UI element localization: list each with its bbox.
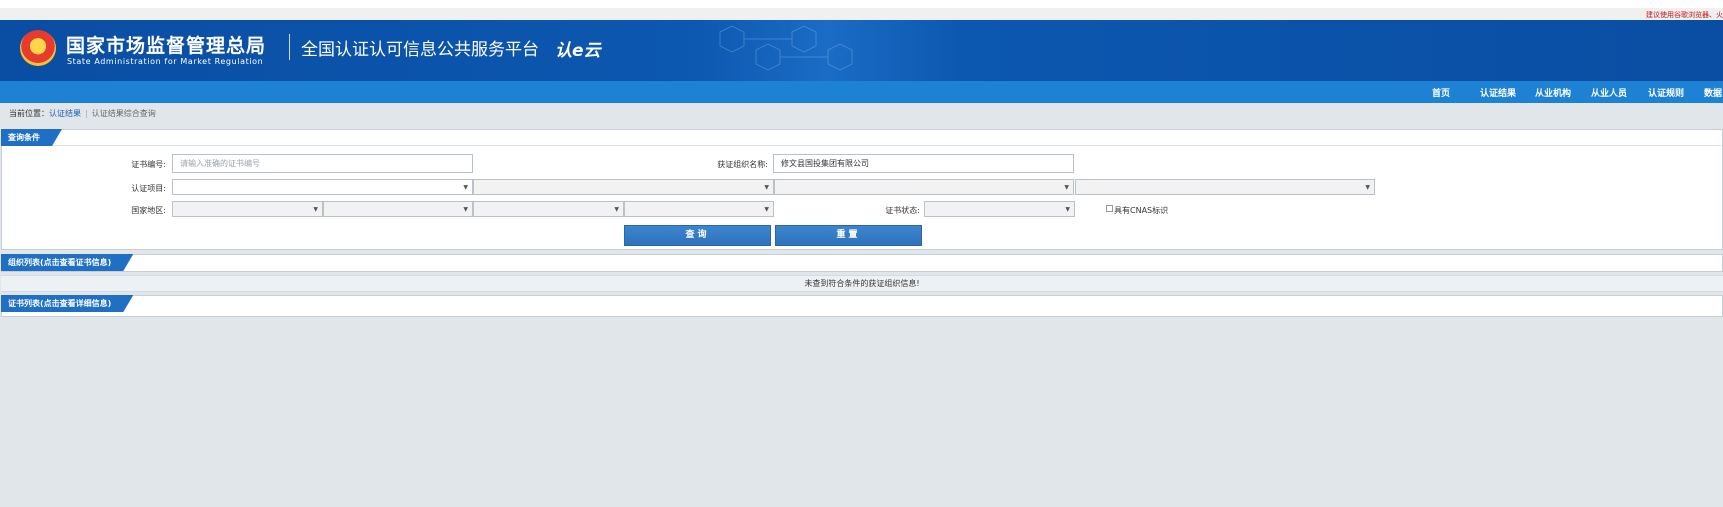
query-panel-title: 查询条件 <box>1 129 62 146</box>
project-select-3[interactable]: ▼ <box>774 179 1074 195</box>
query-panel: 查询条件 证书编号: 请输入准确的证书编号 获证组织名称: 修文县国投集团有限公… <box>1 129 1723 250</box>
region-select-4[interactable]: ▼ <box>624 201 774 217</box>
region-select-1[interactable]: ▼ <box>172 201 323 217</box>
project-select-4[interactable]: ▼ <box>1075 179 1375 195</box>
breadcrumb-prefix: 当前位置： <box>9 109 49 118</box>
org-name-input[interactable]: 修文县国投集团有限公司 <box>773 154 1074 173</box>
cert-no-label: 证书编号: <box>131 160 166 169</box>
cnas-checkbox[interactable] <box>1106 205 1113 212</box>
chevron-down-icon: ▼ <box>1365 184 1370 191</box>
status-label: 证书状态: <box>885 206 920 215</box>
project-label: 认证项目: <box>131 184 166 193</box>
header-divider <box>289 34 290 60</box>
breadcrumb-link-results[interactable]: 认证结果 <box>49 109 81 118</box>
top-strip: 建议使用谷歌浏览器、火 <box>0 0 1723 20</box>
hexagon-pattern-icon <box>719 25 853 71</box>
chevron-down-icon: ▼ <box>463 206 468 213</box>
region-label: 国家地区: <box>131 206 166 215</box>
header-banner: 国家市场监督管理总局 State Administration for Mark… <box>0 20 1723 81</box>
chevron-down-icon: ▼ <box>1065 206 1070 213</box>
org-list-title[interactable]: 组织列表(点击查看证书信息) <box>1 254 133 271</box>
breadcrumb: 当前位置：认证结果 | 认证结果综合查询 <box>9 108 156 119</box>
reset-button[interactable]: 重置 <box>775 225 922 246</box>
chevron-down-icon: ▼ <box>313 206 318 213</box>
chevron-down-icon: ▼ <box>764 184 769 191</box>
region-select-2[interactable]: ▼ <box>323 201 473 217</box>
chevron-down-icon: ▼ <box>614 206 619 213</box>
nav-rules[interactable]: 认证规则 <box>1648 86 1684 99</box>
search-button[interactable]: 查询 <box>624 225 771 246</box>
cert-list-panel: 证书列表(点击查看详细信息) <box>1 295 1723 317</box>
org-list-panel: 组织列表(点击查看证书信息) <box>1 254 1723 272</box>
chevron-down-icon: ▼ <box>1064 184 1069 191</box>
org-name-label: 获证组织名称: <box>717 160 768 169</box>
browser-notice: 建议使用谷歌浏览器、火 <box>1646 11 1723 19</box>
org-list-empty-message: 未查到符合条件的获证组织信息! <box>1 275 1723 292</box>
cnas-label: 具有CNAS标识 <box>1114 206 1169 215</box>
region-select-3[interactable]: ▼ <box>473 201 624 217</box>
chevron-down-icon: ▼ <box>463 184 468 191</box>
chevron-down-icon: ▼ <box>764 206 769 213</box>
query-panel-header <box>2 130 1722 146</box>
main-nav: 首页 认证结果 从业机构 从业人员 认证规则 数据 <box>0 81 1723 103</box>
org-name-cn: 国家市场监督管理总局 <box>66 35 267 57</box>
status-select[interactable]: ▼ <box>924 201 1075 217</box>
breadcrumb-separator: | <box>85 109 88 118</box>
nav-staff[interactable]: 从业人员 <box>1591 86 1627 99</box>
national-emblem-icon <box>20 30 56 66</box>
breadcrumb-current-page: 认证结果综合查询 <box>91 109 156 118</box>
nav-agencies[interactable]: 从业机构 <box>1535 86 1571 99</box>
platform-title: 全国认证认可信息公共服务平台 <box>301 40 539 60</box>
renyun-logo: 认e云 <box>555 41 601 61</box>
cert-no-input[interactable]: 请输入准确的证书编号 <box>172 154 473 173</box>
nav-home[interactable]: 首页 <box>1432 86 1450 99</box>
nav-data[interactable]: 数据 <box>1704 86 1722 99</box>
nav-cert-results[interactable]: 认证结果 <box>1480 86 1516 99</box>
project-select-2[interactable]: ▼ <box>473 179 774 195</box>
org-name-en: State Administration for Market Regulati… <box>67 57 264 66</box>
project-select-1[interactable]: ▼ <box>172 179 473 195</box>
cert-list-title[interactable]: 证书列表(点击查看详细信息) <box>1 295 133 312</box>
